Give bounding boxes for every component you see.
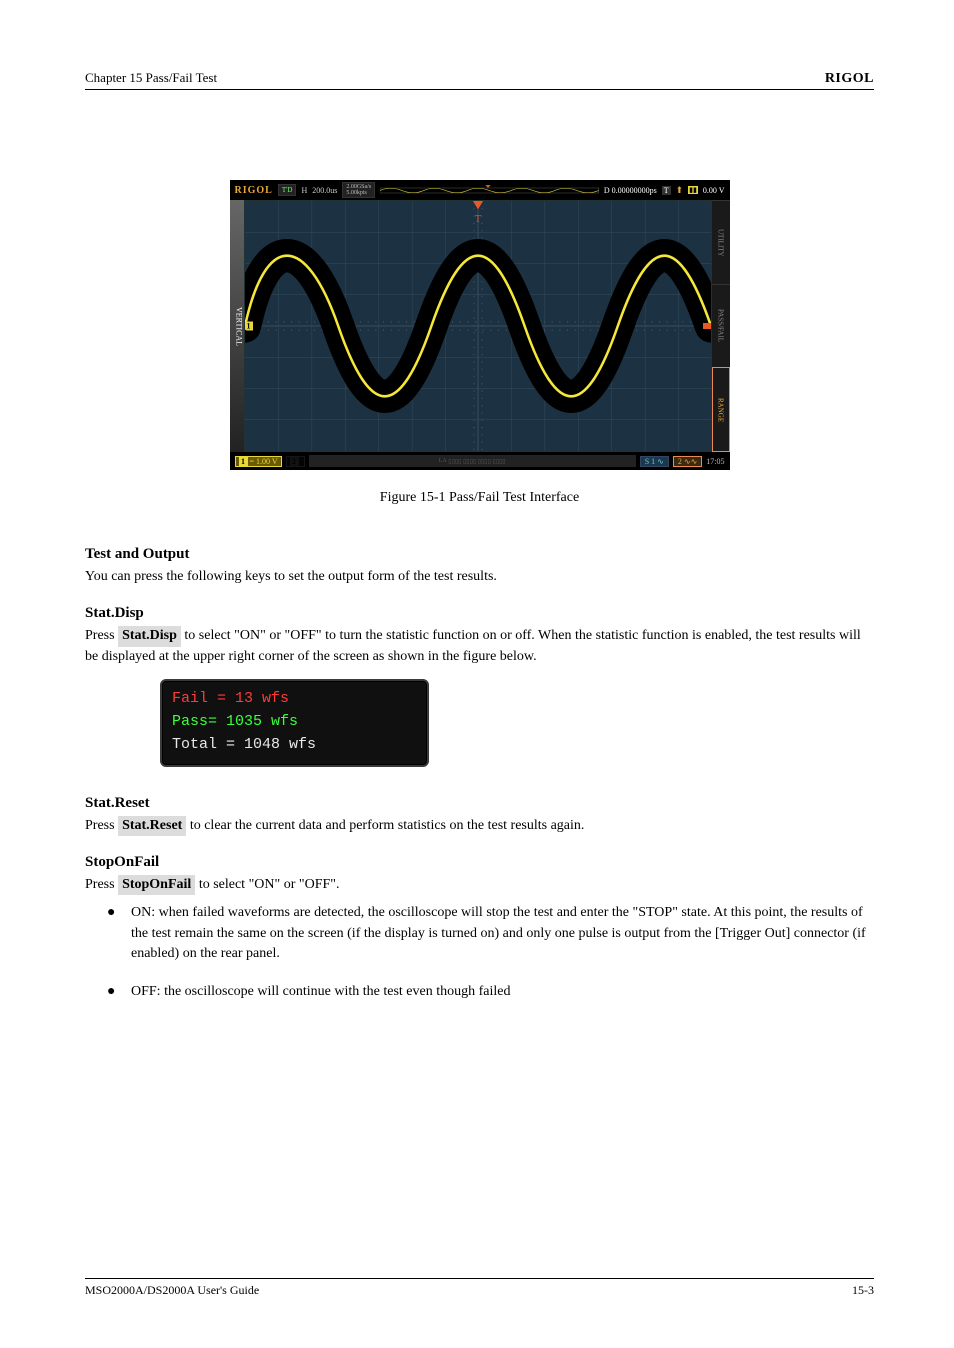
scope-trig-pause-icon: ▮▮ [688, 186, 698, 194]
ch1-scale: = 1.00 V [250, 457, 278, 466]
statreset-paragraph: Press Stat.Reset to clear the current da… [85, 816, 874, 836]
scope-waveform-overview [380, 185, 599, 195]
statreset-para-before: Press [85, 818, 118, 833]
scope-topbar: RIGOL T'D H 200.0us 2.00GSa/s5.00kpts D … [230, 180, 730, 200]
scope-trig-level: 0.00 V [703, 186, 725, 195]
statdisp-softkey[interactable]: Stat.Disp [118, 626, 181, 646]
tab-passfail: PASS/FAIL [712, 284, 730, 368]
tab-utility: UTILITY [712, 200, 730, 284]
test-output-heading: Test and Output [85, 546, 874, 563]
scope-h-label: H [301, 186, 307, 195]
bullet-on: ON: when failed waveforms are detected, … [107, 903, 874, 964]
waveform-ch1 [245, 201, 711, 451]
footer-left: MSO2000A/DS2000A User's Guide [85, 1283, 259, 1298]
scope-trig-edge-icon: ⬆ [676, 185, 684, 196]
stat-total-line: Total = 1048 wfs [172, 733, 417, 756]
statreset-para-after: to clear the current data and perform st… [186, 818, 584, 833]
scope-waveform-grid: T 1 [244, 200, 712, 452]
scope-sample-rate: 2.00GSa/s5.00kpts [342, 182, 375, 198]
stoponfail-heading: StopOnFail [85, 854, 874, 871]
ch1-marker: 1 [245, 322, 253, 331]
source2-chip: 2 ∿∿ [673, 456, 702, 467]
scope-trigT: T [662, 186, 671, 195]
statdisp-para-before: Press [85, 628, 118, 643]
scope-vertical-label: VERTICAL [230, 200, 244, 452]
stoponfail-paragraph: Press StopOnFail to select "ON" or "OFF"… [85, 875, 874, 895]
test-output-paragraph: You can press the following keys to set … [85, 567, 874, 587]
stat-fail-line: Fail = 13 wfs [172, 687, 417, 710]
header-chapter: Chapter 15 Pass/Fail Test [85, 70, 217, 86]
stat-pass-line: Pass= 1035 wfs [172, 710, 417, 733]
la-indicator: LA ▯▯▯▯ ▯▯▯▯ ▯▯▯▯ ▯▯▯▯ [309, 455, 636, 467]
scope-bottombar: 1 = 1.00 V 2 LA ▯▯▯▯ ▯▯▯▯ ▯▯▯▯ ▯▯▯▯ S 1 … [230, 452, 730, 470]
scope-right-tabs: UTILITY PASS/FAIL RANGE [712, 200, 730, 452]
figure-caption: Figure 15-1 Pass/Fail Test Interface [85, 490, 874, 506]
ch1-readout: 1 = 1.00 V [235, 456, 282, 467]
stoponfail-para-before: Press [85, 877, 118, 892]
statdisp-para-after: to select "ON" or "OFF" to turn the stat… [85, 628, 861, 663]
oscilloscope-screen: RIGOL T'D H 200.0us 2.00GSa/s5.00kpts D … [230, 180, 730, 470]
bullet-off: OFF: the oscilloscope will continue with… [107, 982, 874, 1002]
statistics-box-wrap: Fail = 13 wfs Pass= 1035 wfs Total = 104… [160, 679, 874, 767]
tab-range: RANGE [712, 367, 730, 452]
trig-level-marker [703, 323, 711, 329]
ch2-num: 2 [290, 457, 299, 466]
ch2-readout: 2 [286, 456, 305, 467]
scope-timebase: 200.0us [312, 186, 337, 195]
ch1-num: 1 [239, 457, 248, 466]
header-brand: RIGOL [825, 71, 874, 87]
statreset-softkey[interactable]: Stat.Reset [118, 816, 186, 836]
source1-chip: S 1 ∿ [640, 456, 669, 467]
scope-figure: RIGOL T'D H 200.0us 2.00GSa/s5.00kpts D … [85, 180, 874, 470]
statreset-heading: Stat.Reset [85, 795, 874, 812]
scope-body: VERTICAL [230, 200, 730, 452]
page-header: Chapter 15 Pass/Fail Test RIGOL [85, 70, 874, 90]
scope-delay: D 0.00000000ps [604, 186, 657, 195]
stoponfail-bullets: ON: when failed waveforms are detected, … [85, 903, 874, 1002]
footer-right: 15-3 [852, 1283, 874, 1298]
statdisp-paragraph: Press Stat.Disp to select "ON" or "OFF" … [85, 626, 874, 667]
stoponfail-softkey[interactable]: StopOnFail [118, 875, 195, 895]
statdisp-heading: Stat.Disp [85, 605, 874, 622]
stoponfail-para-after: to select "ON" or "OFF". [195, 877, 339, 892]
statistics-box: Fail = 13 wfs Pass= 1035 wfs Total = 104… [160, 679, 429, 767]
page-footer: MSO2000A/DS2000A User's Guide 15-3 [85, 1278, 874, 1298]
scope-td-status: T'D [278, 184, 297, 196]
scope-brand: RIGOL [235, 185, 273, 196]
scope-clock: 17:05 [706, 457, 724, 466]
